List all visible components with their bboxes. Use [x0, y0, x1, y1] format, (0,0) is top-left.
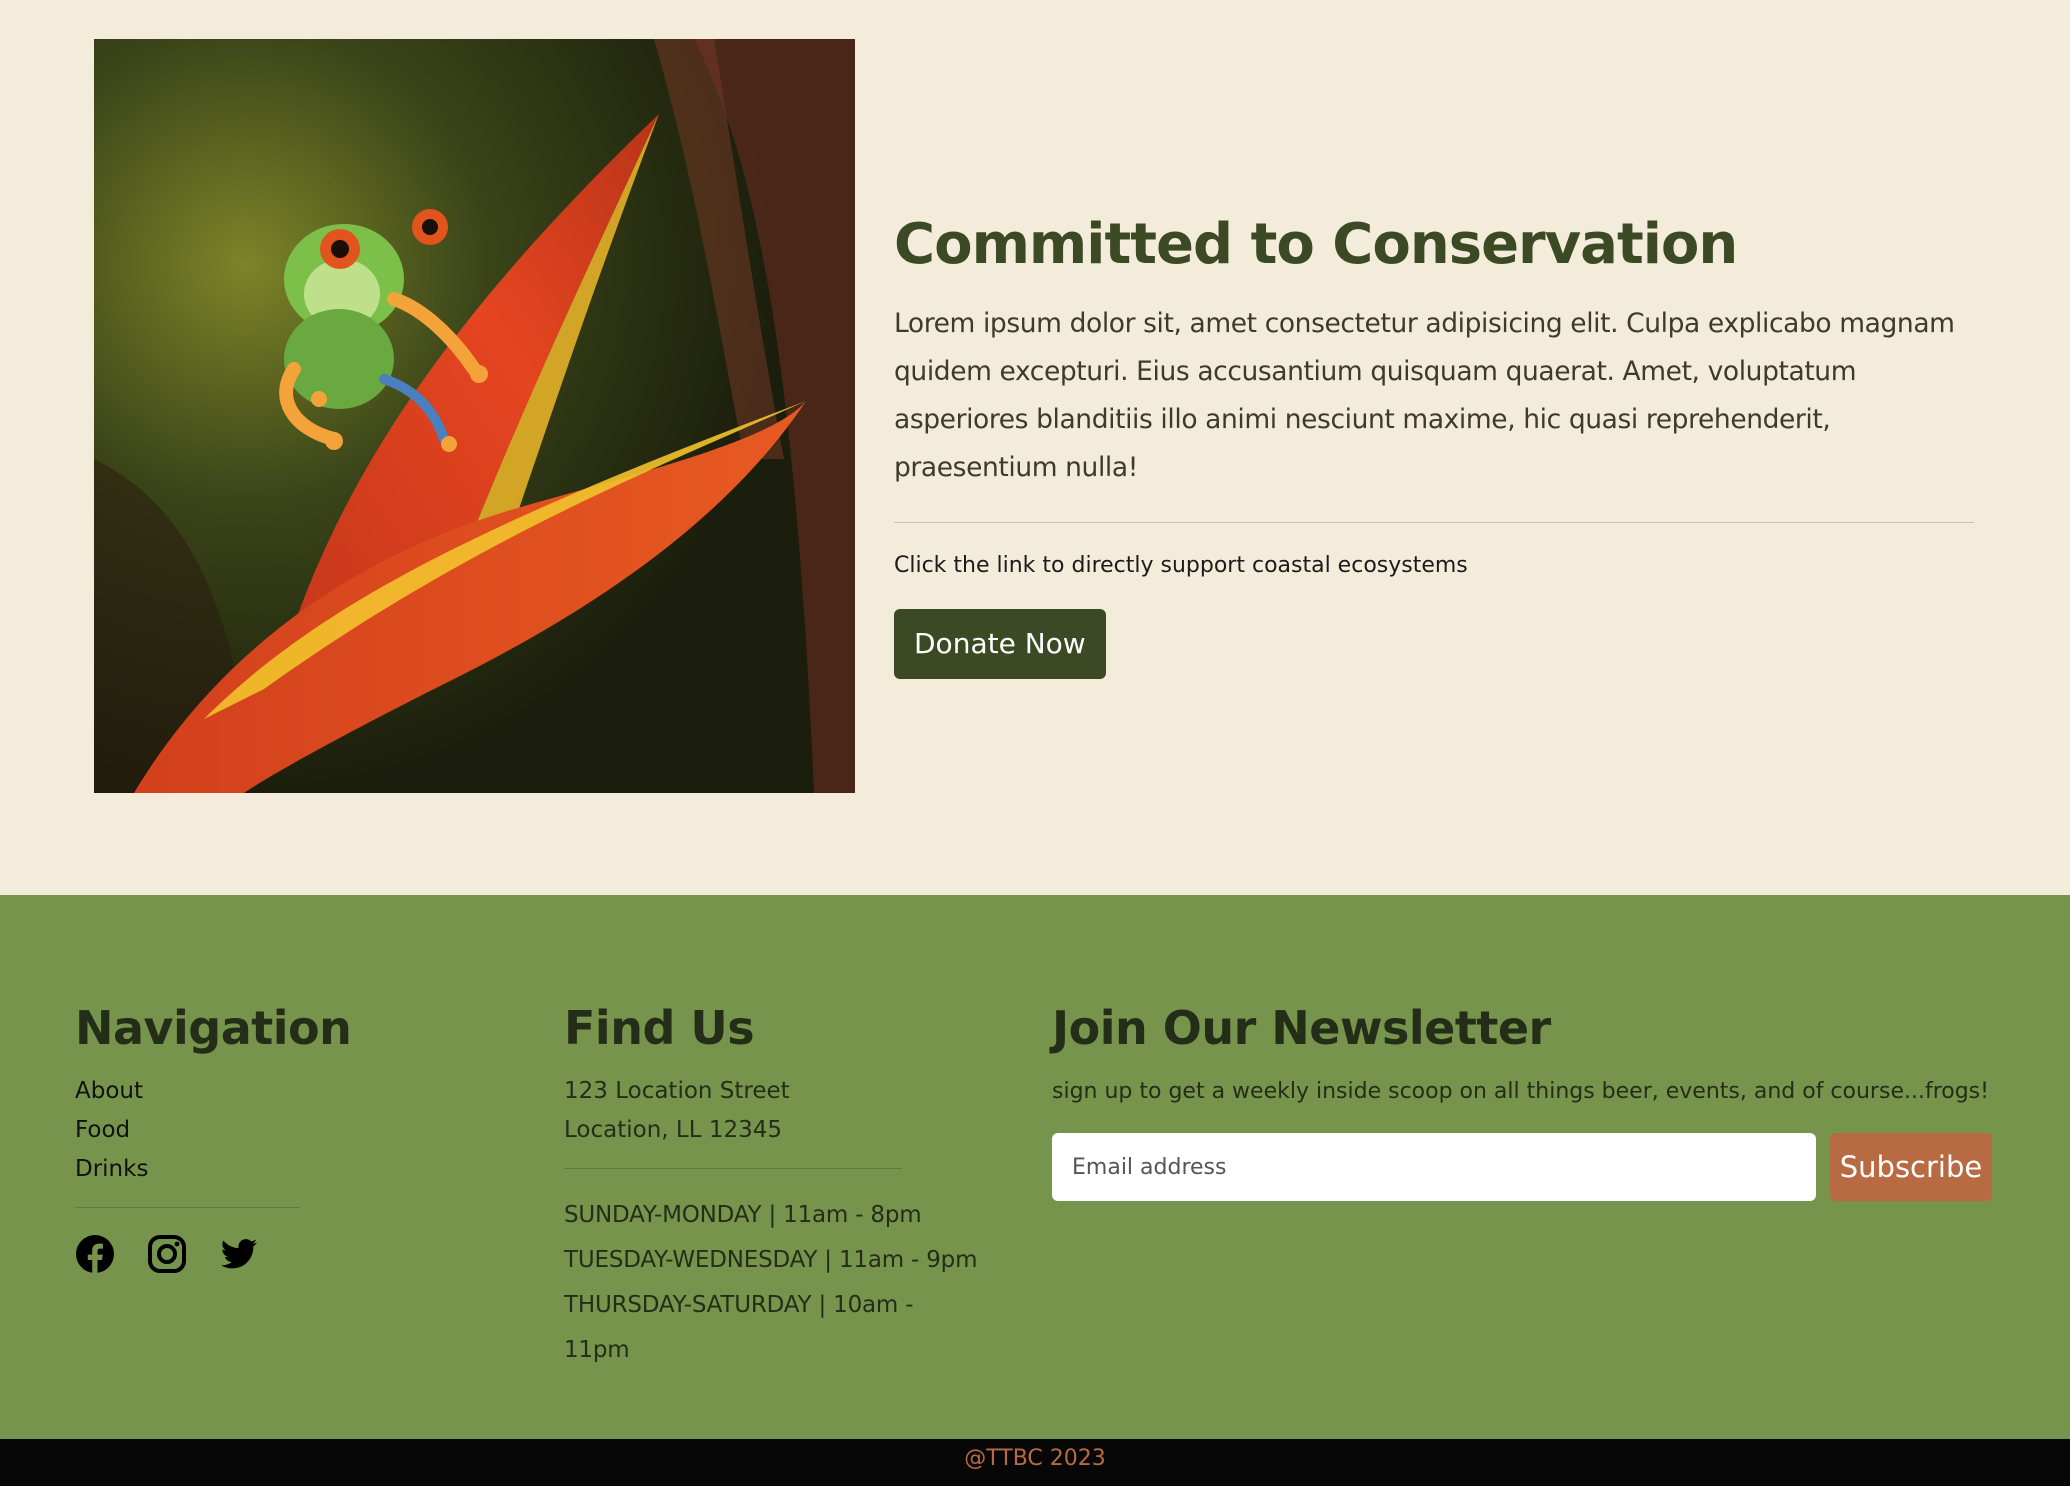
frog-photo [94, 39, 855, 793]
nav-link-about[interactable]: About [75, 1072, 475, 1111]
nav-link-drinks[interactable]: Drinks [75, 1150, 475, 1189]
donate-now-button[interactable]: Donate Now [894, 609, 1106, 679]
conservation-cta-text: Click the link to directly support coast… [894, 553, 1468, 578]
navigation-links: About Food Drinks [75, 1072, 475, 1189]
address: 123 Location Street Location, LL 12345 [564, 1072, 984, 1150]
frog-photo-illustration [94, 39, 855, 793]
conservation-content: Committed to Conservation Lorem ipsum do… [894, 200, 1974, 679]
footer-newsletter: Join Our Newsletter sign up to get a wee… [1052, 998, 1992, 1201]
instagram-icon[interactable] [147, 1234, 187, 1274]
footer-navigation: Navigation About Food Drinks [75, 998, 475, 1274]
conservation-section: Committed to Conservation Lorem ipsum do… [0, 0, 2070, 895]
newsletter-form: Subscribe [1052, 1133, 1992, 1201]
address-line-1: 123 Location Street [564, 1078, 790, 1104]
subscribe-button[interactable]: Subscribe [1830, 1133, 1992, 1201]
conservation-body: Lorem ipsum dolor sit, amet consectetur … [894, 308, 1955, 483]
newsletter-description: sign up to get a weekly inside scoop on … [1052, 1079, 1989, 1104]
opening-hours: SUNDAY-MONDAY | 11am - 8pm TUESDAY-WEDNE… [564, 1193, 984, 1373]
address-line-2: Location, LL 12345 [564, 1117, 783, 1143]
copyright-text: @TTBC 2023 [964, 1446, 1106, 1471]
nav-link-food[interactable]: Food [75, 1111, 475, 1150]
conservation-title: Committed to Conservation [894, 212, 1738, 277]
navigation-heading: Navigation [75, 1001, 352, 1055]
footer: Navigation About Food Drinks Find Us 123… [0, 895, 2070, 1439]
copyright-bar: @TTBC 2023 [0, 1439, 2070, 1486]
hours-thursday-saturday: THURSDAY-SATURDAY | 10am - 11pm [564, 1292, 914, 1363]
facebook-icon[interactable] [75, 1234, 115, 1274]
footer-find-us: Find Us 123 Location Street Location, LL… [564, 998, 984, 1373]
email-input[interactable] [1052, 1133, 1816, 1201]
hours-sunday-monday: SUNDAY-MONDAY | 11am - 8pm [564, 1202, 922, 1228]
newsletter-heading: Join Our Newsletter [1052, 1001, 1551, 1055]
social-links [75, 1234, 475, 1274]
find-us-divider [564, 1168, 902, 1169]
navigation-divider [75, 1207, 300, 1208]
conservation-divider [894, 522, 1974, 523]
page: Committed to Conservation Lorem ipsum do… [0, 0, 2070, 1486]
find-us-heading: Find Us [564, 1001, 755, 1055]
twitter-icon[interactable] [219, 1234, 259, 1274]
hours-tuesday-wednesday: TUESDAY-WEDNESDAY | 11am - 9pm [564, 1247, 978, 1273]
